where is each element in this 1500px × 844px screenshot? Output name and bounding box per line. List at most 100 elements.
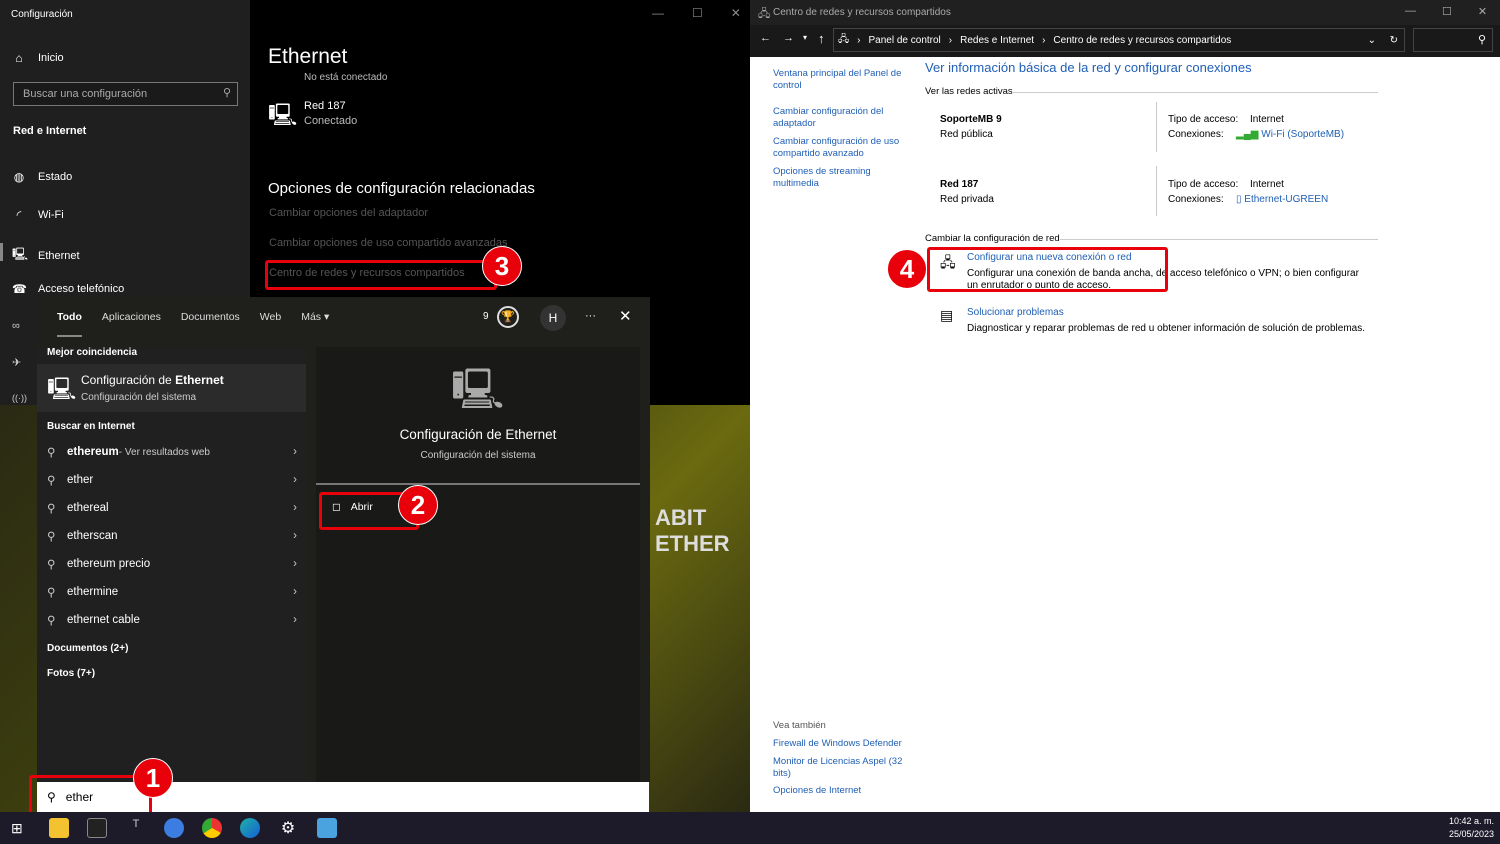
avatar[interactable]: H — [540, 305, 566, 331]
network-type[interactable]: Red pública — [940, 129, 993, 140]
maximize-button[interactable]: ☐ — [692, 6, 703, 20]
side-link[interactable]: Ventana principal del Panel de control — [773, 68, 908, 92]
terminal-icon[interactable] — [87, 818, 107, 838]
tab-web[interactable]: Web — [260, 311, 281, 337]
web-result[interactable]: ⚲ ether › — [47, 473, 297, 487]
up-button[interactable]: ↑ — [818, 31, 825, 46]
ethernet-icon: 🖳 — [268, 102, 298, 127]
photos-category[interactable]: Fotos (7+) — [47, 668, 95, 679]
annotation-box-4 — [927, 247, 1168, 292]
chevron-down-icon[interactable]: ⌄ — [1368, 35, 1376, 46]
file-explorer-icon[interactable] — [49, 818, 69, 838]
tab-all[interactable]: Todo — [57, 311, 82, 337]
search-icon: ⚲ — [1477, 34, 1486, 46]
side-link[interactable]: Opciones de streaming multimedia — [773, 166, 908, 190]
network-icon: 🖧 — [758, 8, 771, 20]
nav-label: Wi-Fi — [38, 209, 64, 221]
page-heading: Ver información básica de la red y confi… — [925, 60, 1252, 75]
settings-search-input[interactable]: Buscar una configuración ⚲ — [13, 82, 238, 106]
access-label: Tipo de acceso: — [1168, 179, 1239, 190]
best-match-header: Mejor coincidencia — [47, 347, 138, 358]
recent-dropdown[interactable]: ▾ — [803, 33, 807, 42]
see-also-link[interactable]: Opciones de Internet — [773, 785, 861, 796]
minimize-button[interactable]: — — [1405, 5, 1416, 18]
network-name[interactable]: Red 187 — [304, 100, 346, 112]
nav-dialup[interactable]: ☎ Acceso telefónico — [12, 282, 124, 296]
close-button[interactable]: ✕ — [1478, 5, 1487, 18]
ethernet-icon: 🖳 — [47, 376, 77, 401]
windows-start-icon[interactable]: ⊞ — [11, 820, 23, 837]
troubleshoot-link[interactable]: Solucionar problemas — [967, 307, 1064, 318]
see-also-label: Vea también — [773, 720, 826, 731]
related-title: Opciones de configuración relacionadas — [268, 180, 535, 197]
best-match-item[interactable]: 🖳 Configuración de Ethernet Configuració… — [37, 364, 306, 412]
side-link[interactable]: Cambiar configuración del adaptador — [773, 106, 908, 130]
forward-button[interactable]: → — [783, 32, 794, 44]
result-text: ethernet cable — [67, 614, 140, 626]
web-result[interactable]: ⚲ ethereum - Ver resultados web › — [47, 445, 297, 459]
search-panel: Todo Aplicaciones Documentos Web Más ▾ 9… — [37, 297, 650, 782]
airplane-icon[interactable]: ✈ — [12, 356, 21, 369]
annotation-badge-1: 1 — [133, 758, 173, 798]
see-also-link[interactable]: Monitor de Licencias Aspel (32 bits) — [773, 756, 908, 780]
tab-apps[interactable]: Aplicaciones — [102, 311, 161, 337]
maximize-button[interactable]: ☐ — [1442, 5, 1452, 18]
result-text: ethereum precio — [67, 558, 151, 570]
nav-estado[interactable]: ◍ Estado — [12, 170, 73, 184]
result-text: etherscan — [67, 530, 118, 542]
settings-gear-icon[interactable]: ⚙ — [278, 818, 298, 838]
nav-home[interactable]: ⌂ Inicio — [12, 51, 63, 65]
wifi-connection-link[interactable]: ▂▄▆ Wi-Fi (SoporteMB) — [1236, 129, 1344, 140]
result-text: ethereum — [67, 446, 119, 458]
placeholder: Buscar una configuración — [23, 88, 148, 100]
documents-category[interactable]: Documentos (2+) — [47, 643, 128, 654]
clock[interactable]: 10:42 a. m. 25/05/2023 — [1449, 815, 1494, 841]
chevron-right-icon: › — [293, 614, 297, 626]
network-center-window: 🖧 Centro de redes y recursos compartidos… — [750, 0, 1500, 812]
ethernet-connection-link[interactable]: ▯ Ethernet-UGREEN — [1236, 194, 1328, 205]
web-header: Buscar en Internet — [47, 421, 135, 432]
more-options-button[interactable]: ··· — [585, 310, 596, 322]
web-result[interactable]: ⚲ ethernet cable › — [47, 613, 297, 627]
close-button[interactable]: ✕ — [731, 6, 741, 20]
address-bar[interactable]: 🖧 › Panel de control › Redes e Internet › C… — [833, 28, 1405, 52]
chrome-icon[interactable] — [202, 818, 222, 838]
network-type[interactable]: Red privada — [940, 194, 994, 205]
breadcrumb-item[interactable]: Centro de redes y recursos compartidos — [1053, 35, 1231, 46]
dialup-icon: ☎ — [12, 282, 27, 296]
nav-ethernet[interactable]: 🖳 Ethernet — [12, 245, 80, 266]
chevron-right-icon: › — [293, 530, 297, 542]
hotspot-icon[interactable]: ((·)) — [12, 393, 27, 403]
rewards-icon[interactable]: 🏆 — [497, 306, 519, 328]
web-result[interactable]: ⚲ ethereum precio › — [47, 557, 297, 571]
link-sharing[interactable]: Cambiar opciones de uso compartido avanz… — [269, 237, 507, 249]
result-suffix: - Ver resultados web — [118, 446, 210, 458]
close-search-button[interactable]: ✕ — [619, 307, 632, 325]
chevron-right-icon: › — [293, 558, 297, 570]
breadcrumb-item[interactable]: Panel de control — [869, 35, 941, 46]
edge-icon[interactable] — [240, 818, 260, 838]
search-icon: ⚲ — [47, 447, 56, 459]
side-link[interactable]: Cambiar configuración de uso compartido … — [773, 136, 908, 160]
web-result[interactable]: ⚲ etherscan › — [47, 529, 297, 543]
app-icon[interactable]: T — [126, 818, 146, 838]
control-panel-icon[interactable] — [317, 818, 337, 838]
annotation-badge-2: 2 — [398, 485, 438, 525]
web-result[interactable]: ⚲ ethermine › — [47, 585, 297, 599]
back-button[interactable]: ← — [760, 32, 771, 44]
see-also-link[interactable]: Firewall de Windows Defender — [773, 738, 902, 749]
nav-wifi[interactable]: ◜ Wi-Fi — [12, 208, 64, 222]
refresh-button[interactable]: ↻ — [1390, 35, 1398, 46]
minimize-button[interactable]: — — [652, 6, 664, 20]
divider — [1012, 92, 1378, 93]
app-globe-icon[interactable] — [164, 818, 184, 838]
wifi-signal-icon: ▂▄▆ — [1236, 129, 1262, 140]
search-input[interactable]: ⚲ — [1413, 28, 1493, 52]
tab-documents[interactable]: Documentos — [181, 311, 240, 337]
web-result[interactable]: ⚲ ethereal › — [47, 501, 297, 515]
vpn-icon[interactable]: ∞ — [12, 320, 20, 332]
breadcrumb-item[interactable]: Redes e Internet — [960, 35, 1034, 46]
tab-more[interactable]: Más ▾ — [301, 311, 329, 337]
link-adapter[interactable]: Cambiar opciones del adaptador — [269, 207, 428, 219]
points-count: 9 — [483, 311, 489, 322]
